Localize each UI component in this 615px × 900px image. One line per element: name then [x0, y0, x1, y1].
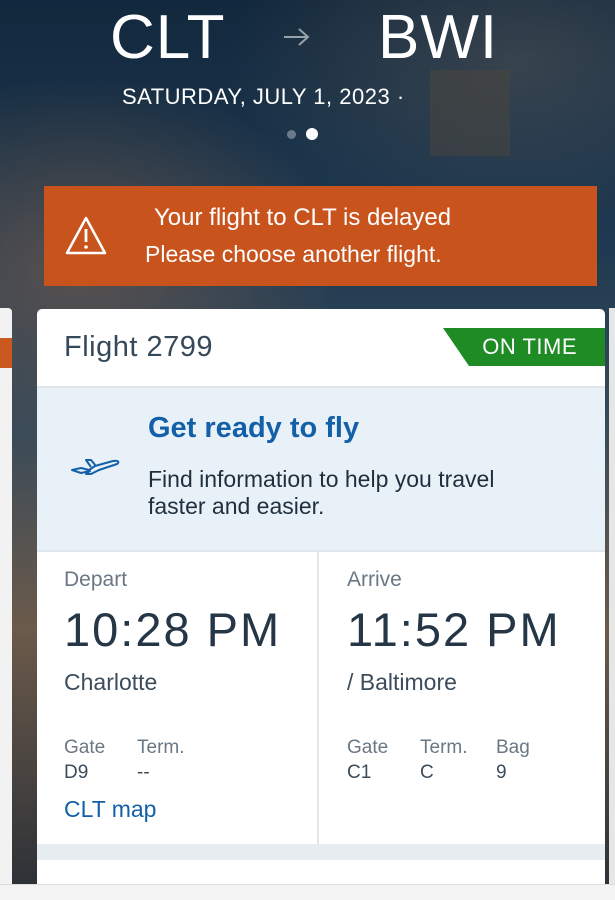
airplane-icon: [71, 459, 120, 475]
card-footer-strip: [37, 844, 605, 860]
alert-title: Your flight to CLT is delayed: [44, 204, 597, 232]
depart-city: Charlotte: [64, 669, 158, 695]
route-header: CLT BWI: [0, 2, 615, 76]
term-value: C: [420, 762, 434, 783]
depart-terminal: Term. --: [137, 737, 185, 784]
status-badge: ON TIME: [443, 328, 605, 366]
page-dot-active[interactable]: [306, 128, 318, 140]
previous-card-peek[interactable]: [0, 308, 12, 898]
gate-value: D9: [64, 762, 89, 783]
alert-title-text: Your flight to CLT is delayed: [154, 204, 452, 231]
flight-card-header: Flight 2799 ON TIME: [37, 309, 605, 388]
bag-label: Bag: [496, 737, 530, 758]
origin-code: CLT: [110, 3, 226, 72]
flight-times: Depart 10:28 PM Charlotte Gate D9 Term. …: [37, 552, 605, 846]
flight-date: SATURDAY, JULY 1, 2023 ·: [122, 84, 405, 109]
term-label: Term.: [137, 737, 185, 758]
gate-label: Gate: [347, 737, 389, 758]
next-card-peek[interactable]: [609, 308, 615, 898]
arrive-time: 11:52 PM: [347, 603, 561, 656]
depart-label: Depart: [64, 568, 128, 591]
page-dot[interactable]: [287, 129, 296, 139]
depart-time: 10:28 PM: [64, 603, 282, 656]
arrive-gate: Gate C1: [347, 737, 388, 784]
arrive-label: Arrive: [347, 568, 402, 591]
arrive-bag: Bag 9: [496, 737, 530, 784]
bottom-sheet-edge[interactable]: [0, 884, 615, 900]
column-divider: [317, 552, 319, 846]
arrive-city: / Baltimore: [347, 669, 457, 695]
get-ready-promo[interactable]: Get ready to fly Find information to hel…: [37, 388, 605, 552]
delay-alert-banner[interactable]: Your flight to CLT is delayed Please cho…: [44, 186, 597, 286]
arrive-terminal: Term. C: [420, 737, 468, 784]
background-detail: [430, 70, 510, 156]
depart-gate: Gate D9: [64, 737, 105, 784]
flight-number: Flight 2799: [64, 331, 213, 363]
page-indicator: [287, 128, 318, 140]
promo-title: Get ready to fly: [148, 412, 360, 444]
flight-card: Flight 2799 ON TIME Get ready to fly Fin…: [37, 309, 605, 899]
clt-map-link[interactable]: CLT map: [64, 796, 156, 823]
term-value: --: [137, 762, 150, 783]
right-arrow-icon: [284, 28, 310, 46]
destination-code: BWI: [378, 3, 499, 72]
promo-text: Find information to help you travel fast…: [148, 466, 495, 519]
alert-subtitle: Please choose another flight.: [145, 241, 442, 267]
bag-value: 9: [496, 762, 507, 783]
gate-value: C1: [347, 762, 372, 783]
term-label: Term.: [420, 737, 468, 758]
gate-label: Gate: [64, 737, 106, 758]
